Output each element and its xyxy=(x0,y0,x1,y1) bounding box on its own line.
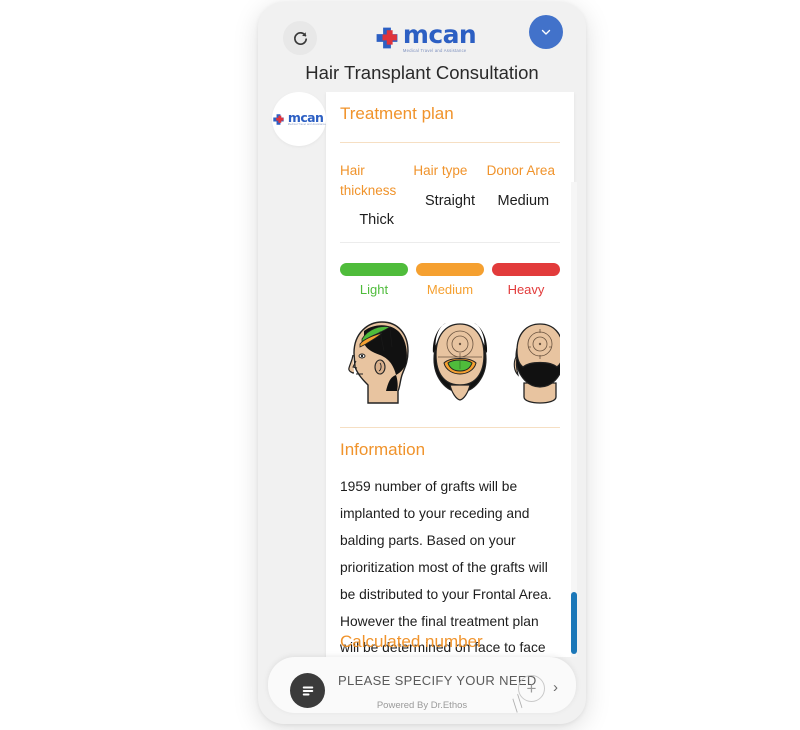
attribute-label: Hair thickness xyxy=(340,163,397,198)
brand-logo: mcan Medical Travel and Assistance xyxy=(370,19,480,57)
chat-input-bar: PLEASE SPECIFY YOUR NEED Powered By Dr.E… xyxy=(268,657,576,713)
information-title: Information xyxy=(340,440,426,460)
page-title: Hair Transplant Consultation xyxy=(305,62,539,83)
attribute-value: Medium xyxy=(497,192,550,209)
scrollbar-track[interactable] xyxy=(571,182,577,657)
avatar: mcan Medical Travel and Assistance xyxy=(272,92,326,146)
severity-bar xyxy=(492,263,560,277)
severity-medium: Medium xyxy=(416,263,484,297)
severity-bar xyxy=(416,263,484,277)
head-diagrams xyxy=(340,311,560,409)
mcan-cross-icon-small xyxy=(273,113,284,125)
severity-label: Light xyxy=(359,282,389,298)
avatar-brand-tagline: Medical Travel and Assistance xyxy=(287,124,327,127)
severity-label: Medium xyxy=(426,282,474,298)
chat-widget-frame: mcan Medical Travel and Assistance Hair … xyxy=(258,2,586,724)
brand-name: mcan xyxy=(402,20,477,50)
attribute-hair-type: Hair type Straight xyxy=(413,161,486,228)
information-body: 1959 number of grafts will be implanted … xyxy=(340,479,552,656)
severity-label: Heavy xyxy=(507,282,545,298)
attributes-divider xyxy=(340,242,560,244)
severity-light: Light xyxy=(340,263,408,297)
collapse-widget-button[interactable] xyxy=(529,15,563,49)
calculated-number-title: Calculated number xyxy=(340,632,483,651)
head-side-profile-diagram xyxy=(348,321,409,404)
head-back-view-diagram xyxy=(513,323,560,404)
hair-attributes-grid: Hair thickness Thick Hair type Straight … xyxy=(340,161,560,228)
attribute-value: Straight xyxy=(425,192,475,209)
mcan-cross-icon xyxy=(376,27,398,49)
attribute-donor-area: Donor Area Medium xyxy=(487,161,560,228)
severity-bar xyxy=(340,263,408,277)
widget-header: mcan Medical Travel and Assistance Hair … xyxy=(258,2,586,92)
brand-tagline: Medical Travel and Assistance xyxy=(402,47,467,53)
attribute-label: Hair type xyxy=(413,163,468,178)
title-divider xyxy=(340,142,560,143)
attribute-hair-thickness: Hair thickness Thick xyxy=(340,161,413,228)
severity-legend: Light Medium Heavy xyxy=(340,263,560,297)
treatment-plan-card: Treatment plan Hair thickness Thick Hair… xyxy=(326,92,574,657)
scrollbar-thumb[interactable] xyxy=(571,592,577,654)
attribute-label: Donor Area xyxy=(486,163,555,178)
list-menu-icon xyxy=(302,686,313,695)
reload-icon xyxy=(293,31,307,45)
attribute-value: Thick xyxy=(359,212,394,229)
screen-root: mcan Medical Travel and Assistance Hair … xyxy=(0,0,800,730)
head-top-view-diagram xyxy=(432,323,488,401)
severity-heavy: Heavy xyxy=(492,263,560,297)
chat-input-placeholder[interactable]: PLEASE SPECIFY YOUR NEED xyxy=(338,673,537,688)
avatar-brand-name: mcan xyxy=(287,109,324,125)
reload-button[interactable] xyxy=(283,21,317,55)
conversation-scroll-area[interactable]: mcan Medical Travel and Assistance Treat… xyxy=(258,92,586,657)
send-button[interactable]: › xyxy=(553,679,558,696)
chevron-down-icon xyxy=(541,29,551,35)
treatment-plan-title: Treatment plan xyxy=(340,104,454,123)
